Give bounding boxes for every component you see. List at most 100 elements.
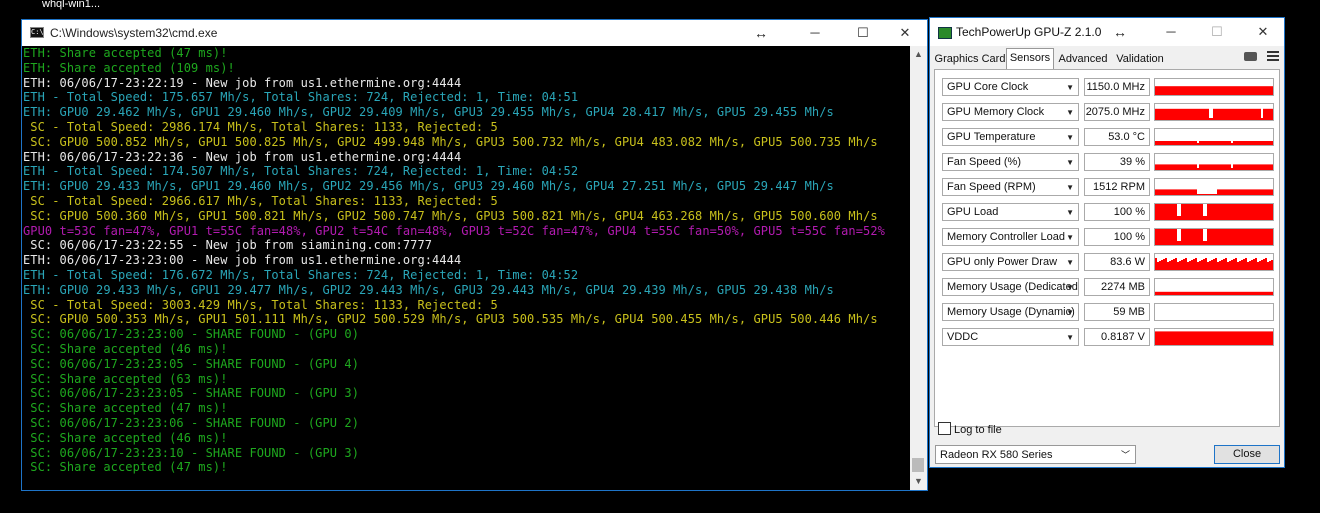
sensor-row: GPU only Power Draw ▼ 83.6 W [942,253,1274,273]
sensor-name: Fan Speed (RPM) [947,181,1036,193]
sensor-row: Fan Speed (RPM) ▼ 1512 RPM [942,178,1274,198]
sensor-name-dropdown[interactable]: Memory Usage (Dynamic) ▼ [942,303,1079,321]
menu-icon[interactable] [1267,51,1279,63]
sensors-panel: GPU Core Clock ▼ 1150.0 MHz GPU Memory Cloc… [934,69,1280,427]
sensor-name: GPU Memory Clock [947,106,1045,118]
close-button[interactable]: ✕ [882,20,928,46]
gpuz-minimize-button[interactable]: ─ [1148,18,1194,46]
sensor-value: 2075.0 MHz [1084,103,1150,121]
cmd-titlebar[interactable]: C:\ C:\Windows\system32\cmd.exe ↔ ─ ☐ ✕ [22,20,927,46]
dropdown-arrow-icon: ▼ [1066,133,1074,142]
console-line: ETH: 06/06/17-23:23:00 - New job from us… [23,253,462,268]
sensor-name-dropdown[interactable]: Memory Controller Load ▼ [942,228,1079,246]
console-line: ETH: GPU0 29.433 Mh/s, GPU1 29.477 Mh/s,… [23,282,834,297]
checkbox-icon[interactable] [938,422,951,435]
sensor-value: 0.8187 V [1084,328,1150,346]
gpuz-close-button[interactable]: ✕ [1240,18,1286,46]
console-line: ETH - Total Speed: 174.507 Mh/s, Total S… [23,164,579,179]
console-line: SC: Share accepted (47 ms)! [23,460,228,475]
sensor-row: Memory Usage (Dedicated) ▼ 2274 MB [942,278,1274,298]
close-button-gpuz[interactable]: Close [1214,445,1280,464]
sensor-graph [1154,178,1274,196]
console-line: ETH: 06/06/17-23:22:19 - New job from us… [23,75,462,90]
console-line: SC: 06/06/17-23:23:10 - SHARE FOUND - (G… [23,445,360,460]
console-line: SC: 06/06/17-23:23:06 - SHARE FOUND - (G… [23,415,360,430]
sensor-row: Memory Usage (Dynamic) ▼ 59 MB [942,303,1274,323]
camera-icon[interactable] [1244,52,1257,61]
dropdown-arrow-icon: ▼ [1066,158,1074,167]
sensor-graph [1154,128,1274,146]
sensor-graph [1154,253,1274,271]
console-line: SC: 06/06/17-23:22:55 - New job from sia… [23,238,433,253]
sensor-name: Memory Usage (Dedicated) [947,281,1079,293]
tab-strip: Graphics Card Sensors Advanced Validatio… [934,48,1280,70]
sensor-value: 2274 MB [1084,278,1150,296]
sensor-graph [1154,78,1274,96]
gpuz-maximize-button[interactable]: ☐ [1194,18,1240,46]
sensor-graph [1154,153,1274,171]
console-line: SC: Share accepted (47 ms)! [23,401,228,416]
console-line: SC: 06/06/17-23:23:00 - SHARE FOUND - (G… [23,327,360,342]
console-line: ETH: Share accepted (109 ms)! [23,60,235,75]
log-to-file-checkbox[interactable]: Log to file [938,422,1002,436]
sensor-graph [1154,203,1274,221]
sensor-name-dropdown[interactable]: Fan Speed (RPM) ▼ [942,178,1079,196]
console-output[interactable]: ETH: Share accepted (47 ms)! ETH: Share a… [22,46,910,490]
scrollbar-thumb[interactable] [912,458,924,472]
log-to-file-label: Log to file [954,424,1002,436]
sensor-row: GPU Load ▼ 100 % [942,203,1274,223]
dropdown-arrow-icon: ▼ [1066,308,1074,317]
sensor-value: 1150.0 MHz [1084,78,1150,96]
console-line: SC: Share accepted (46 ms)! [23,341,228,356]
console-line: SC: Share accepted (63 ms)! [23,371,228,386]
sensor-name-dropdown[interactable]: GPU Temperature ▼ [942,128,1079,146]
tab-graphics-card[interactable]: Graphics Card [934,50,1006,69]
sensor-row: GPU Core Clock ▼ 1150.0 MHz [942,78,1274,98]
sensor-name-dropdown[interactable]: Fan Speed (%) ▼ [942,153,1079,171]
sensor-name-dropdown[interactable]: GPU Core Clock ▼ [942,78,1079,96]
tab-validation[interactable]: Validation [1112,50,1168,69]
maximize-button[interactable]: ☐ [840,20,886,46]
cmd-window: C:\ C:\Windows\system32\cmd.exe ↔ ─ ☐ ✕ … [21,19,928,491]
sensor-graph [1154,103,1274,121]
sensor-name: Memory Usage (Dynamic) [947,306,1075,318]
console-line: ETH - Total Speed: 176.672 Mh/s, Total S… [23,267,579,282]
gpuz-titlebar[interactable]: TechPowerUp GPU-Z 2.1.0 ↔ ─ ☐ ✕ [930,18,1284,46]
gpu-select[interactable]: Radeon RX 580 Series ﹀ [935,445,1136,464]
console-line: SC: 06/06/17-23:23:05 - SHARE FOUND - (G… [23,356,360,371]
sensor-value: 83.6 W [1084,253,1150,271]
vertical-scrollbar[interactable]: ▲ ▼ [910,46,927,490]
sensor-name-dropdown[interactable]: Memory Usage (Dedicated) ▼ [942,278,1079,296]
sensor-name: VDDC [947,331,979,343]
scroll-up-icon[interactable]: ▲ [910,46,927,63]
sensor-name-dropdown[interactable]: GPU Memory Clock ▼ [942,103,1079,121]
cmd-window-title: C:\Windows\system32\cmd.exe [50,26,218,40]
minimize-button[interactable]: ─ [792,20,838,46]
sensor-graph [1154,278,1274,296]
sensor-name: Memory Controller Load [947,231,1065,243]
tab-sensors[interactable]: Sensors [1006,48,1054,70]
console-line: SC: GPU0 500.360 Mh/s, GPU1 500.821 Mh/s… [23,208,878,223]
dropdown-arrow-icon: ▼ [1066,258,1074,267]
sensor-name: GPU Temperature [947,131,1036,143]
dropdown-arrow-icon: ▼ [1066,283,1074,292]
sensor-graph [1154,303,1274,321]
sensor-value: 59 MB [1084,303,1150,321]
sensor-name-dropdown[interactable]: GPU Load ▼ [942,203,1079,221]
dropdown-arrow-icon: ▼ [1066,208,1074,217]
sensor-row: Memory Controller Load ▼ 100 % [942,228,1274,248]
sensor-value: 1512 RPM [1084,178,1150,196]
dropdown-arrow-icon: ▼ [1066,233,1074,242]
resize-cursor-icon: ↔ [754,25,768,41]
tab-advanced[interactable]: Advanced [1054,50,1112,69]
dropdown-arrow-icon: ▼ [1066,333,1074,342]
sensor-name-dropdown[interactable]: GPU only Power Draw ▼ [942,253,1079,271]
sensor-name-dropdown[interactable]: VDDC ▼ [942,328,1079,346]
console-line: ETH: GPU0 29.462 Mh/s, GPU1 29.460 Mh/s,… [23,105,834,120]
console-line: ETH - Total Speed: 175.657 Mh/s, Total S… [23,90,579,105]
scroll-down-icon[interactable]: ▼ [910,473,927,490]
console-line: ETH: Share accepted (47 ms)! [23,46,228,60]
gpu-select-value: Radeon RX 580 Series [940,449,1053,461]
sensor-name: GPU only Power Draw [947,256,1058,268]
sensor-name: Fan Speed (%) [947,156,1021,168]
